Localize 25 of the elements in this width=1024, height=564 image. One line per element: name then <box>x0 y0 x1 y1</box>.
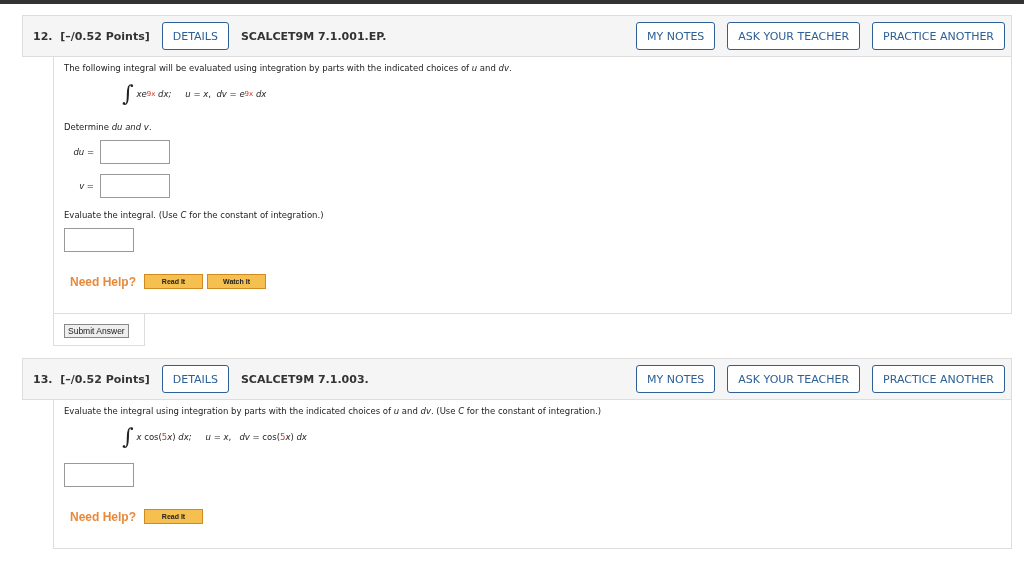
question-code: SCALCET9M 7.1.001.EP. <box>240 29 388 43</box>
question-text: The following integral will be evaluated using integration by parts with the indicated choices of u and dv. <box>64 63 513 73</box>
answer-field[interactable] <box>64 463 134 487</box>
field-label: du = <box>72 147 95 157</box>
question-code: SCALCET9M 7.1.003. <box>240 372 370 386</box>
answer-field[interactable] <box>100 140 170 164</box>
question-text: Evaluate the integral. (Use C for the constant of integration.) <box>64 210 325 220</box>
action-button[interactable]: PRACTICE ANOTHER <box>872 22 1005 50</box>
action-button[interactable]: ASK YOUR TEACHER <box>727 365 861 393</box>
answer-field[interactable] <box>100 174 170 198</box>
question-points: 13. [–/0.52 Points] <box>33 372 150 386</box>
submit-answer-button[interactable]: Submit Answer <box>64 324 129 338</box>
question-text: Evaluate the integral using integration by parts with the indicated choices of u and dv. (Use C for the constant of integration.) <box>64 406 603 416</box>
action-button[interactable]: MY NOTES <box>636 365 716 393</box>
need-help-label: Need Help? <box>70 274 136 289</box>
action-button[interactable]: PRACTICE ANOTHER <box>872 365 1005 393</box>
question-text: Determine du and v. <box>64 122 153 132</box>
details-button[interactable]: DETAILS <box>161 365 229 393</box>
question-points: 12. [–/0.52 Points] <box>33 29 150 43</box>
action-button[interactable]: MY NOTES <box>636 22 716 50</box>
field-label: v = <box>78 181 95 191</box>
details-button[interactable]: DETAILS <box>161 22 229 50</box>
action-button[interactable]: ASK YOUR TEACHER <box>727 22 861 50</box>
answer-field[interactable] <box>64 228 134 252</box>
need-help-label: Need Help? <box>70 509 136 524</box>
